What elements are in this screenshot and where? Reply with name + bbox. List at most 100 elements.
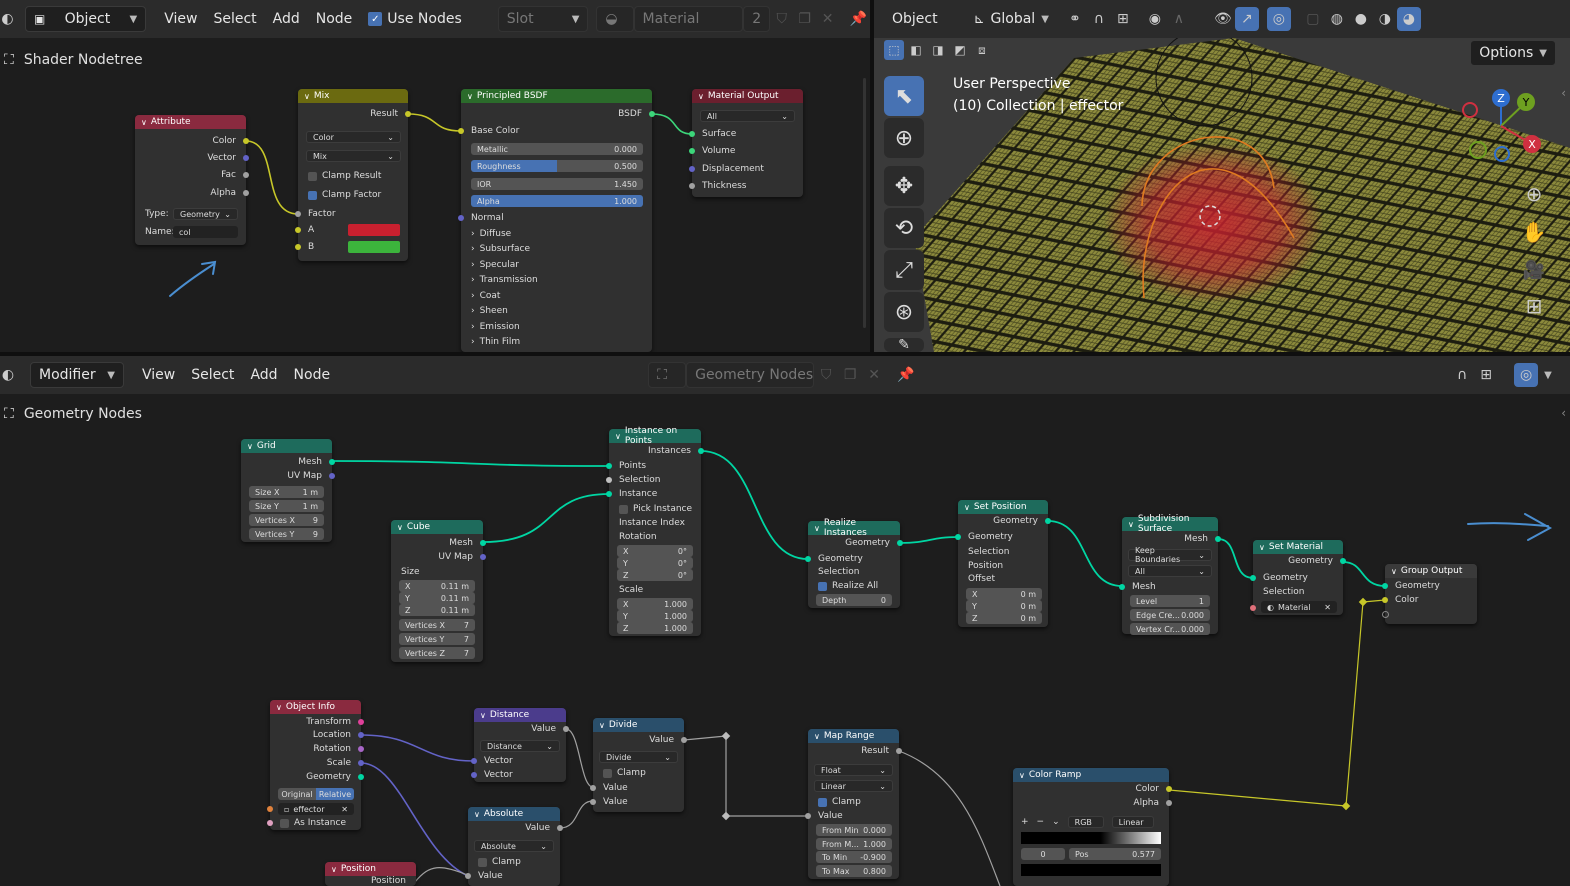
node-divide[interactable]: ∨ Divide Value Divide ⌄ Clamp Value Value (590, 718, 687, 812)
in-socket-as-instance[interactable] (267, 820, 273, 826)
slot-dropdown[interactable]: Slot ▼ (497, 6, 589, 32)
in-socket-surface[interactable] (689, 131, 695, 137)
select-invert-icon[interactable]: ◩ (950, 40, 970, 60)
in-socket-geometry[interactable] (955, 534, 961, 540)
in-socket-empty[interactable] (1382, 611, 1389, 618)
out-socket-instances[interactable] (698, 448, 704, 454)
stop-color-swatch[interactable] (1021, 864, 1161, 876)
out-socket-uv-map[interactable] (480, 554, 486, 560)
tool-move[interactable]: ✥ (884, 166, 924, 206)
collapse-chevron-icon[interactable]: ∨ (698, 92, 704, 101)
field-scale-x[interactable]: X 1.000 (617, 598, 693, 610)
field-size-x[interactable]: X 0.11 m (399, 580, 475, 592)
collapse-chevron-icon[interactable]: ∨ (1259, 543, 1265, 552)
node-set-position[interactable]: ∨ Set Position Geometry Geometry Selectio… (955, 500, 1051, 627)
node-absolute[interactable]: ∨ Absolute Value Absolute ⌄ Clamp Value (465, 807, 563, 886)
in-socket-color[interactable] (1382, 597, 1388, 603)
node-instance-on-points[interactable]: ∨ Instance on Points Instances Points Sel… (606, 426, 704, 636)
panel-coat[interactable]: › Coat (461, 289, 652, 303)
panel-diffuse[interactable]: › Diffuse (461, 227, 652, 241)
clamp-checkbox[interactable] (478, 857, 487, 867)
out-socket-scale[interactable] (358, 760, 364, 766)
field-level[interactable]: Level 1 (1130, 595, 1210, 607)
in-socket-object[interactable] (267, 806, 273, 812)
remove-stop-icon[interactable]: − (1037, 817, 1045, 827)
sidebar-toggle-chevron-icon[interactable]: ‹ (1561, 86, 1566, 100)
chevron-down-icon[interactable]: ▼ (1544, 370, 1552, 381)
overlay-toggle-icon[interactable]: ◎ (1514, 363, 1539, 387)
tool-scale[interactable]: ⤢ (884, 250, 924, 290)
clamp-result-checkbox[interactable] (308, 171, 317, 181)
pin-icon[interactable]: 📌 (894, 363, 918, 387)
collapse-chevron-icon[interactable]: ∨ (1019, 771, 1025, 780)
field-to-min[interactable]: To Min -0.900 (816, 851, 892, 863)
stop-pos-field[interactable]: Pos 0.577 (1069, 848, 1161, 860)
field-size-y[interactable]: Size Y1 m (249, 500, 324, 512)
collapse-chevron-icon[interactable]: ∨ (247, 442, 253, 451)
tool-rotate[interactable]: ⟲ (884, 208, 924, 248)
tool-annotate[interactable]: ✎ (884, 337, 924, 352)
use-nodes-toggle[interactable]: ✓ Use Nodes (360, 7, 469, 31)
out-socket-location[interactable] (358, 732, 364, 738)
clamp-checkbox[interactable] (818, 797, 827, 807)
select-subtract-icon[interactable]: ◨ (928, 40, 948, 60)
field-scale-z[interactable]: Z 1.000 (617, 622, 693, 634)
collapse-chevron-icon[interactable]: ∨ (331, 865, 337, 874)
collapse-chevron-icon[interactable]: ∨ (397, 523, 403, 532)
panel-sheen[interactable]: › Sheen (461, 304, 652, 318)
field-rotation-z[interactable]: Z 0° (617, 569, 693, 581)
out-socket-geometry[interactable] (358, 774, 364, 780)
node-subdivision-surface[interactable]: ∨ Subdivision Surface Mesh Keep Boundarie… (1119, 514, 1221, 635)
editor-type-icon[interactable]: ◐ (0, 7, 19, 31)
node-position[interactable]: ∨ Position Position (325, 862, 416, 886)
out-socket-mesh[interactable] (1215, 536, 1221, 542)
out-socket-alpha[interactable] (243, 190, 249, 196)
toggle-original[interactable]: Original (278, 788, 316, 800)
pivot-icon[interactable]: ⚭ (1063, 7, 1087, 31)
xray-icon[interactable]: ▢ (1301, 7, 1325, 31)
tool-transform[interactable]: ⊛ (884, 292, 924, 332)
ramp-menu-chevron-icon[interactable]: ⌄ (1052, 817, 1060, 827)
toggle-relative[interactable]: Relative (316, 788, 354, 800)
field-alpha[interactable]: Alpha 1.000 (471, 195, 643, 207)
collapse-chevron-icon[interactable]: ∨ (480, 711, 486, 720)
field-from-min[interactable]: From Min 0.000 (816, 824, 892, 836)
in-socket-base-color[interactable] (458, 128, 464, 134)
orientation-dropdown[interactable]: ⊾ Global ▼ (966, 7, 1057, 31)
node-grid[interactable]: ∨ Grid Mesh UV Map Size X1 m Size Y1 m Ve… (241, 439, 335, 542)
realize-all-checkbox[interactable] (818, 581, 827, 591)
geo-menu-node[interactable]: Node (286, 363, 339, 387)
node-mix[interactable]: ∨ Mix Result Color ⌄ Mix ⌄ Clamp Result Cla… (295, 89, 411, 261)
field-vertex-crease[interactable]: Vertex Cr... 0.000 (1130, 623, 1210, 635)
shader-menu-add[interactable]: Add (265, 7, 308, 31)
node-color-ramp[interactable]: ∨ Color Ramp Color Alpha + − ⌄ RGB Linear… (1013, 768, 1172, 886)
field-vertices-x[interactable]: Vertices X7 (399, 619, 475, 631)
navigation-gizmo[interactable]: Z Y X (1456, 86, 1546, 166)
node-set-material[interactable]: ∨ Set Material Geometry Geometry Selectio… (1250, 540, 1346, 615)
panel-transmission[interactable]: › Transmission (461, 273, 652, 287)
boundary-dropdown[interactable]: Keep Boundaries ⌄ (1128, 546, 1212, 564)
fake-user-shield-icon[interactable]: ⛉ (770, 7, 793, 31)
options-dropdown[interactable]: Options ▼ (1470, 40, 1556, 66)
collapse-chevron-icon[interactable]: ∨ (474, 810, 480, 819)
field-depth[interactable]: Depth 0 (816, 594, 892, 606)
clamp-option[interactable]: Clamp (593, 766, 684, 780)
material-field[interactable]: ◐ Material ✕ (1261, 601, 1337, 613)
out-socket-value[interactable] (563, 726, 569, 732)
attr-type-dropdown[interactable]: Geometry ⌄ (173, 208, 238, 220)
zoom-icon[interactable]: ⊕ (1522, 182, 1546, 206)
collapse-chevron-icon[interactable]: ∨ (467, 92, 473, 101)
field-vertices-y[interactable]: Vertices Y9 (249, 528, 324, 540)
area-divider-vertical[interactable] (870, 0, 874, 352)
field-from-max[interactable]: From M... 1.000 (816, 838, 892, 850)
realize-all-option[interactable]: Realize All (808, 579, 900, 593)
ramp-mode-dropdown[interactable]: RGB (1067, 816, 1104, 828)
collapse-chevron-icon[interactable]: ∨ (304, 92, 310, 101)
out-socket-mesh[interactable] (480, 540, 486, 546)
snap-magnet-icon[interactable]: ∩ (1087, 7, 1111, 31)
node-tree-browse-button[interactable]: ⛶ (648, 362, 687, 388)
tool-cursor[interactable]: ⊕ (884, 118, 924, 158)
in-socket-value-a[interactable] (590, 785, 596, 791)
data-type-dropdown[interactable]: Float ⌄ (814, 764, 893, 776)
panel-subsurface[interactable]: › Subsurface (461, 242, 652, 256)
